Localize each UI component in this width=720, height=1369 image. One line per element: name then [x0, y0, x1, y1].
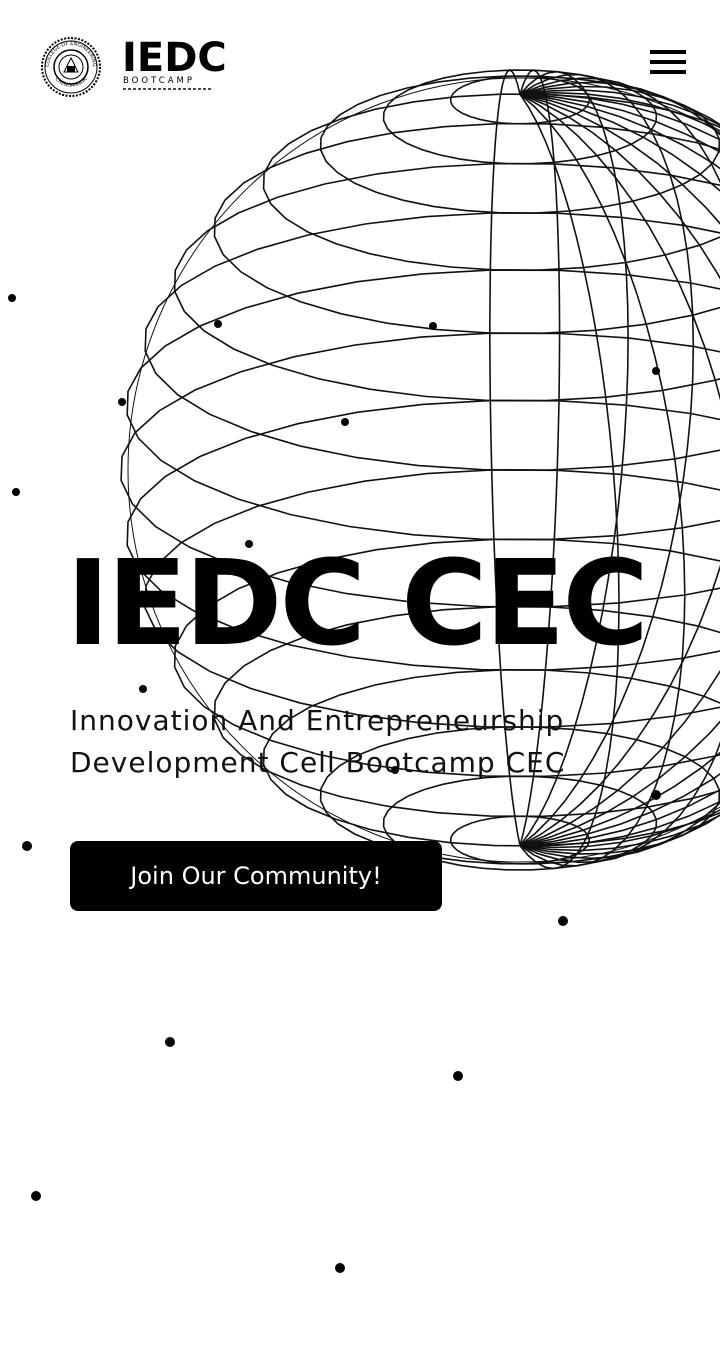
- iedc-logo-mark: IEDC: [122, 35, 227, 81]
- menu-bar-middle: [650, 60, 686, 64]
- decorative-dot: [341, 418, 349, 426]
- decorative-dot: [8, 294, 16, 302]
- hamburger-menu-icon[interactable]: [650, 48, 686, 82]
- decorative-dot: [335, 1263, 345, 1273]
- decorative-dot: [22, 841, 32, 851]
- decorative-dot: [453, 1071, 463, 1081]
- decorative-dot: [651, 790, 661, 800]
- menu-bar-bottom: [650, 70, 686, 74]
- decorative-dot: [165, 1037, 175, 1047]
- decorative-dot: [558, 916, 568, 926]
- hero-subtitle: Innovation And Entrepreneurship Developm…: [70, 700, 670, 784]
- hero-title: IEDC CEC: [66, 534, 649, 672]
- site-header: COLLEGE OF ENGINEERING CHENGANNUR IEDC B…: [0, 0, 720, 130]
- decorative-dot: [429, 322, 437, 330]
- hero-subtitle-line1: Innovation And Entrepreneurship: [70, 704, 565, 737]
- college-seal-icon: COLLEGE OF ENGINEERING CHENGANNUR: [41, 37, 101, 97]
- hero-subtitle-line2: Development Cell Bootcamp CEC: [70, 746, 566, 779]
- iedc-bootcamp-logo[interactable]: IEDC BOOTCAMP: [122, 38, 227, 94]
- join-community-button[interactable]: Join Our Community!: [70, 841, 442, 911]
- scattered-dots: [8, 294, 661, 1273]
- decorative-dot: [31, 1191, 41, 1201]
- decorative-dot: [118, 398, 126, 406]
- decorative-dot: [214, 320, 222, 328]
- iedc-logo-subtitle: BOOTCAMP: [123, 76, 195, 86]
- decorative-dot: [12, 488, 20, 496]
- decorative-dot: [652, 367, 660, 375]
- menu-bar-top: [650, 50, 686, 54]
- iedc-logo-tagline-line: [123, 88, 213, 90]
- decorative-dot: [139, 685, 147, 693]
- college-logo[interactable]: COLLEGE OF ENGINEERING CHENGANNUR: [40, 36, 102, 98]
